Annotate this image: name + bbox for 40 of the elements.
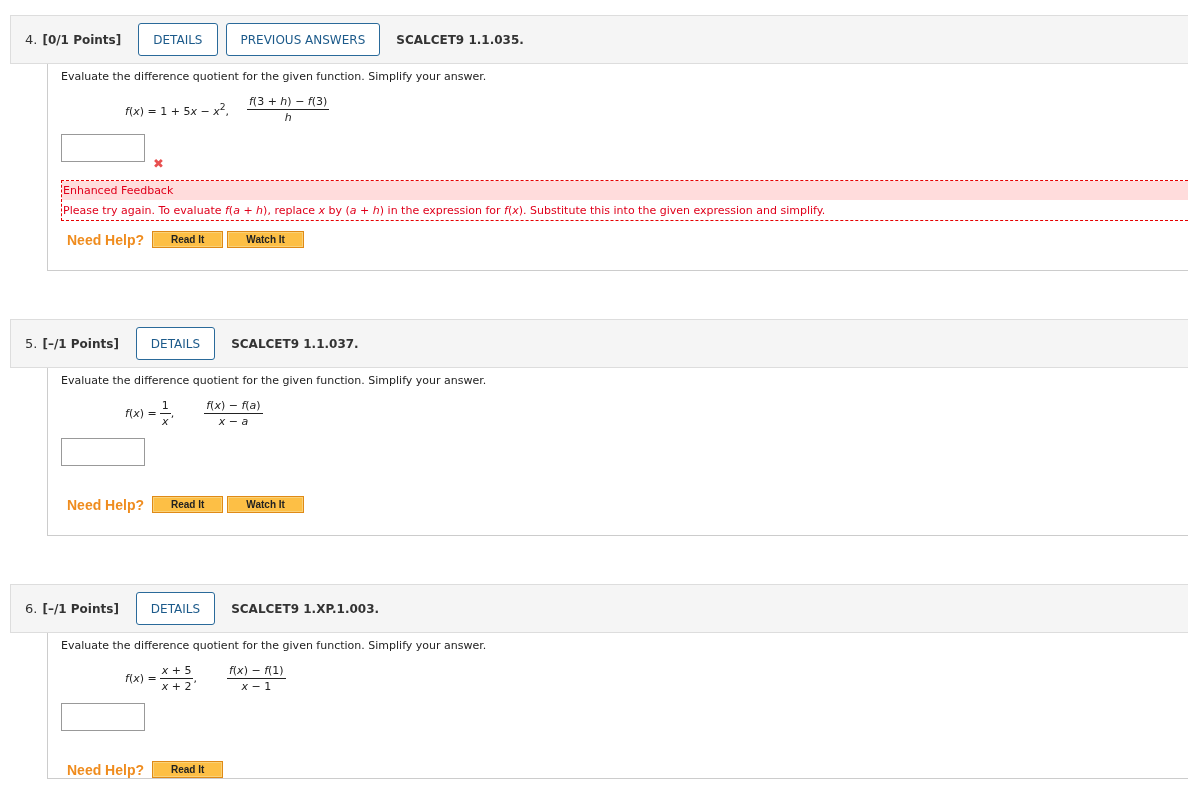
feedback-title: Enhanced Feedback xyxy=(63,184,174,197)
question-code: SCALCET9 1.1.037. xyxy=(231,336,359,351)
incorrect-mark-icon: ✖ xyxy=(153,156,164,171)
question-number: 5. xyxy=(25,336,38,351)
question-number: 4. xyxy=(25,32,38,47)
difference-quotient: f(x) − f(a) x − a xyxy=(204,398,263,428)
points-label: [–/1 Points] xyxy=(42,336,119,351)
help-button[interactable]: Read It xyxy=(152,231,224,248)
need-help-label: Need Help? xyxy=(67,761,144,778)
help-button[interactable]: Read It xyxy=(152,496,224,513)
question-prompt: Evaluate the difference quotient for the given function. Simplify your answer. xyxy=(61,374,488,387)
answer-field[interactable] xyxy=(61,703,145,731)
function-expression: f(x) = 1 + 5x − x$^{2}$, xyxy=(125,100,229,118)
question-code: SCALCET9 1.1.035. xyxy=(396,32,524,47)
header-button[interactable]: DETAILS xyxy=(135,327,216,360)
points-label: [–/1 Points] xyxy=(42,601,119,616)
question-number: 6. xyxy=(25,601,38,616)
difference-quotient: f(x) − f(1) x − 1 xyxy=(226,663,286,693)
header-button[interactable]: PREVIOUS ANSWERS xyxy=(225,23,381,56)
function-comma: , xyxy=(170,406,175,420)
help-button[interactable]: Watch It xyxy=(227,496,304,513)
feedback-text: Please try again. To evaluate f(a + h), replace x by (a + h) in the expression for f(x). Substitute this into the given expression and simplify. xyxy=(62,203,827,219)
function-lhs: f(x) = xyxy=(125,406,157,420)
help-button[interactable]: Watch It xyxy=(227,231,304,248)
question-prompt: Evaluate the difference quotient for the given function. Simplify your answer. xyxy=(61,70,488,83)
need-help-label: Need Help? xyxy=(67,231,144,248)
function-comma: , xyxy=(193,671,197,685)
question-code: SCALCET9 1.XP.1.003. xyxy=(231,601,380,616)
points-label: [0/1 Points] xyxy=(42,32,122,47)
answer-field[interactable] xyxy=(61,438,145,466)
function-fraction: x + 5 x + 2 xyxy=(159,663,194,693)
function-lhs: f(x) = xyxy=(125,671,157,685)
need-help-label: Need Help? xyxy=(67,496,144,513)
function-fraction: 1 x xyxy=(159,398,171,428)
header-button[interactable]: DETAILS xyxy=(138,23,218,56)
question-prompt: Evaluate the difference quotient for the given function. Simplify your answer. xyxy=(61,639,488,652)
answer-field[interactable] xyxy=(61,134,145,162)
header-button[interactable]: DETAILS xyxy=(135,592,216,625)
help-button[interactable]: Read It xyxy=(152,761,224,778)
difference-quotient: f(3 + h) − f(3) h xyxy=(247,94,330,124)
